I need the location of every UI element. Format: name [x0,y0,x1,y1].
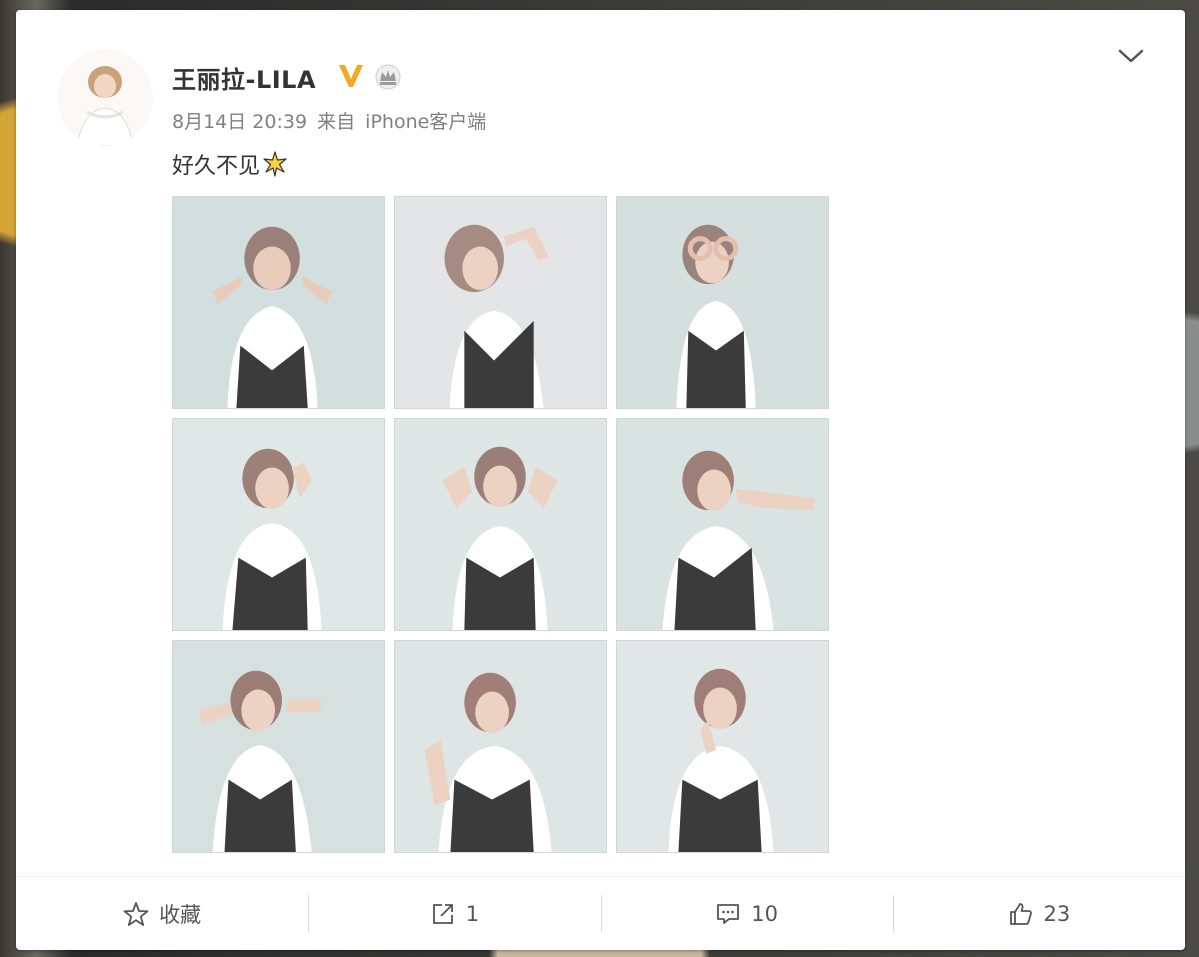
post-text-content: 好久不见 [172,154,261,179]
post-photo[interactable] [616,640,829,853]
post-photo[interactable] [394,196,607,409]
post-photo[interactable] [616,196,829,409]
post-photo[interactable] [394,640,607,853]
chevron-down-icon[interactable] [1117,46,1145,66]
sparkle-icon [263,151,287,177]
post-photo[interactable] [394,418,607,631]
post-photo[interactable] [172,196,385,409]
post-source[interactable]: iPhone客户端 [365,111,486,133]
avatar[interactable] [57,50,153,146]
comment-count: 10 [751,901,778,926]
crown-icon[interactable] [374,64,402,90]
photo-grid [172,196,832,856]
like-button[interactable]: 23 [892,877,1185,950]
comment-icon [717,903,740,924]
like-count: 23 [1043,901,1071,926]
post-date[interactable]: 8月14日 20:39 [172,111,307,133]
repost-count: 1 [465,901,480,926]
post-meta: 8月14日 20:39 来自 iPhone客户端 [172,107,490,134]
author-name[interactable]: 王丽拉-LILA [172,60,316,95]
verified-badge-icon [339,65,363,87]
weibo-post-card: 王丽拉-LILA 8月14日 20:39 来自 iPhone客户端 好久不见 收… [16,10,1185,950]
thumbs-up-icon [1009,902,1032,925]
comment-button[interactable]: 10 [600,877,893,950]
repost-button[interactable]: 1 [308,877,600,950]
post-text: 好久不见 [172,148,288,180]
favorite-label: 收藏 [159,902,202,927]
post-photo[interactable] [172,640,385,853]
repost-icon [432,903,453,924]
star-icon [123,901,149,926]
favorite-button[interactable]: 收藏 [16,877,308,950]
post-photo[interactable] [172,418,385,631]
source-prefix: 来自 [317,111,356,133]
post-photo[interactable] [616,418,829,631]
action-bar: 收藏 1 10 23 [16,877,1185,950]
